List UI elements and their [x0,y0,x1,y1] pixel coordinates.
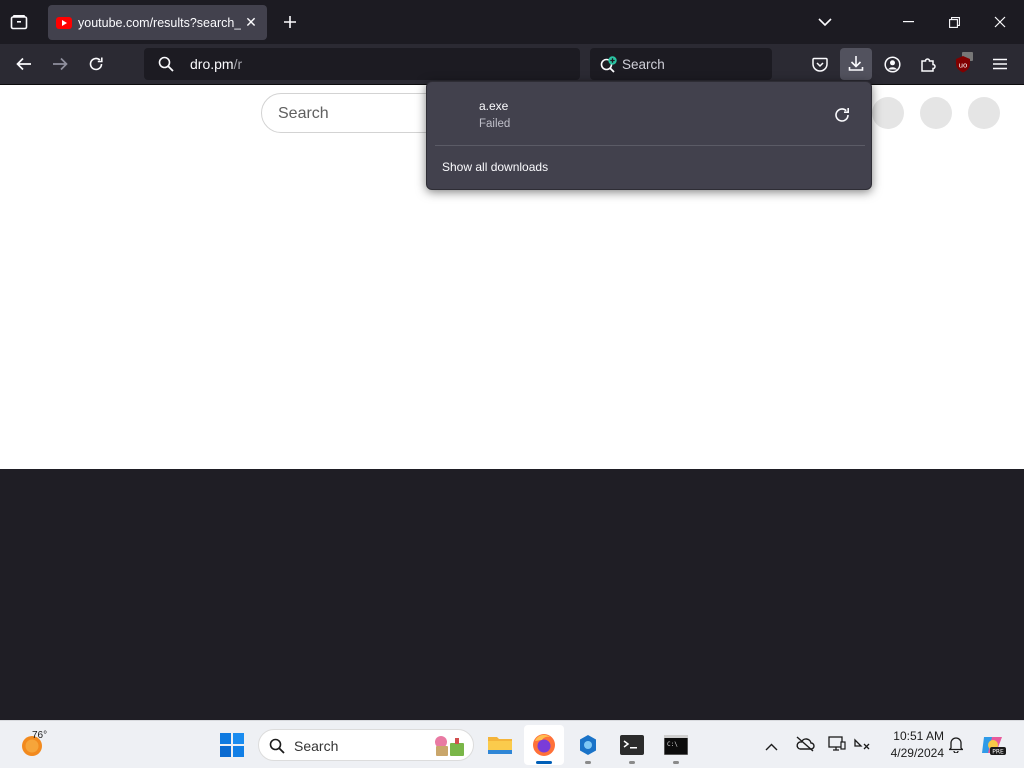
taskbar-terminal[interactable] [612,725,652,765]
youtube-search-placeholder: Search [278,105,329,122]
file-explorer-icon [488,737,512,754]
taskbar-cmd[interactable]: C:\ [656,725,696,765]
url-path: /r [233,56,243,72]
search-bar-placeholder: Search [622,57,665,72]
running-indicator [629,761,635,764]
youtube-icon [56,16,72,29]
display-icon[interactable] [828,736,846,757]
minimize-icon[interactable] [898,12,918,32]
terminal-icon [620,735,644,755]
network-icon[interactable] [853,736,871,757]
url-host: dro.pm [190,56,234,72]
downloads-panel: a.exe Failed Show all downloads [426,81,872,190]
firefox-icon [533,734,555,756]
list-all-tabs-icon[interactable] [815,12,835,32]
svg-text:PRE: PRE [992,749,1004,756]
navigation-toolbar: dro.pm/r Search uo [0,44,1024,85]
running-indicator [673,761,679,764]
cmd-icon: C:\ [664,735,688,755]
notification-bell-icon[interactable] [947,736,965,758]
download-status: Failed [479,118,511,130]
clock-date: 4/29/2024 [890,746,944,760]
forward-button[interactable] [50,54,70,74]
retry-icon[interactable] [833,106,853,126]
extensions-icon[interactable] [918,54,938,74]
search-bar[interactable]: Search [590,48,772,80]
copilot-icon[interactable]: PRE [980,733,1006,762]
new-tab-button[interactable] [280,12,300,32]
search-icon [158,56,174,77]
placeholder-circle [968,97,1000,129]
tab-youtube[interactable]: youtube.com/results?search_query ✕ [48,5,267,40]
taskbar-file-explorer[interactable] [480,725,520,765]
back-button[interactable] [14,54,34,74]
svg-text:C:\: C:\ [667,741,678,748]
weather-temp: 76° [32,730,48,741]
address-bar[interactable]: dro.pm/r [144,48,580,80]
taskbar-search-box[interactable]: Search [258,729,474,761]
empty-page-area [0,469,1024,720]
ublock-origin-icon[interactable]: uo [952,50,974,76]
pocket-icon[interactable] [810,54,830,74]
windows-start-icon[interactable] [220,733,244,762]
taskbar: 76° Search C:\ 10:51 AM 4/29/2024 PRE [0,720,1024,768]
active-indicator [536,761,552,764]
panel-separator [435,145,865,146]
taskbar-app-blue[interactable] [568,725,608,765]
tab-title: youtube.com/results?search_query [78,15,241,30]
downloads-button[interactable] [840,48,872,80]
running-indicator [585,761,591,764]
close-window-icon[interactable] [990,12,1010,32]
search-engine-icon[interactable] [600,56,618,78]
placeholder-circle [920,97,952,129]
reload-button[interactable] [86,54,106,74]
app-gear-icon [580,735,596,755]
taskbar-search-icon [269,738,285,759]
show-all-downloads-link[interactable]: Show all downloads [442,160,548,174]
url-text: dro.pm/r [190,56,242,72]
account-icon[interactable] [882,54,902,74]
download-filename: a.exe [479,99,509,113]
clock-time: 10:51 AM [893,729,944,743]
firefox-view-icon[interactable] [8,12,30,32]
placeholder-circle [872,97,904,129]
search-highlight-icon [431,734,467,763]
download-icon [848,55,864,77]
show-hidden-icons-chevron-icon[interactable] [765,738,778,756]
tab-strip: youtube.com/results?search_query ✕ [0,0,1024,44]
taskbar-search-placeholder: Search [294,738,339,754]
restore-icon[interactable] [944,12,964,32]
svg-text:uo: uo [959,62,968,70]
menu-icon[interactable] [990,54,1010,74]
onedrive-offline-icon[interactable] [795,736,815,757]
taskbar-firefox[interactable] [524,725,564,765]
close-tab-icon[interactable]: ✕ [243,14,259,31]
